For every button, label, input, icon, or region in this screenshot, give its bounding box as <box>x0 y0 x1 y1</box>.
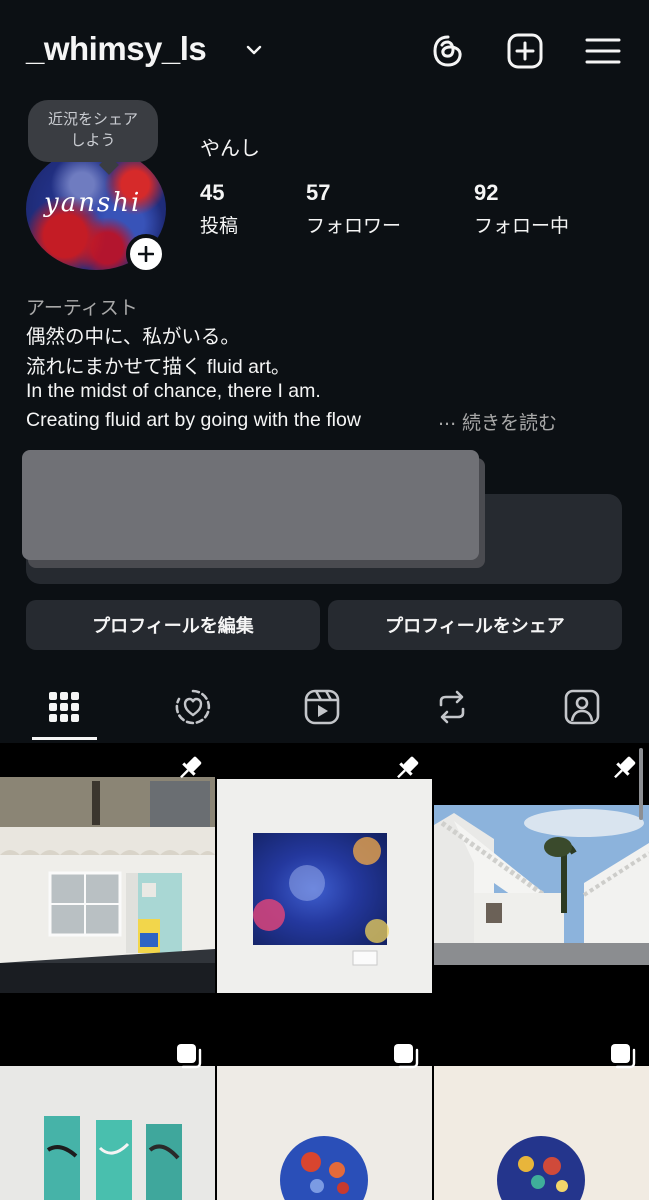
tab-reels[interactable] <box>302 686 342 728</box>
posts-count[interactable]: 45 <box>200 180 224 206</box>
followers-count[interactable]: 57 <box>306 180 330 206</box>
username-title[interactable]: _whimsy_ls <box>26 30 207 68</box>
pin-icon <box>614 756 636 779</box>
followers-label[interactable]: フォロワー <box>306 211 401 238</box>
bio-line-1: 偶然の中に、私がいる。 <box>26 326 240 348</box>
avatar-signature-text: yanshi <box>44 188 142 218</box>
grid-post-canvas-trio[interactable] <box>0 1030 215 1200</box>
edit-profile-button[interactable]: プロフィールを編集 <box>26 600 320 650</box>
threads-icon[interactable] <box>429 32 467 70</box>
chevron-down-icon[interactable] <box>244 40 264 60</box>
tab-reposts[interactable] <box>432 686 472 728</box>
note-bubble[interactable]: 近況をシェア しよう <box>28 100 158 162</box>
create-post-icon[interactable] <box>506 32 544 70</box>
grid-icon <box>49 692 79 722</box>
tab-tagged[interactable] <box>562 686 602 728</box>
note-bubble-line2: しよう <box>70 131 116 149</box>
profile-category: アーティスト <box>26 297 138 319</box>
reposts-icon <box>439 690 465 724</box>
bio-line-2: 流れにまかせて描く fluid art。 <box>26 356 291 378</box>
bio-line-4: Creating fluid art by going with the flo… <box>26 409 361 431</box>
pin-icon <box>180 756 202 779</box>
grid-post-shop-front[interactable] <box>0 743 215 1028</box>
pin-icon <box>397 756 419 779</box>
plus-icon <box>138 246 154 262</box>
tab-liked[interactable] <box>173 686 213 728</box>
scrollbar[interactable] <box>639 748 643 820</box>
following-count[interactable]: 92 <box>474 180 498 206</box>
read-more-link[interactable]: 続きを読む <box>462 408 557 435</box>
white-building-photo <box>434 743 649 1028</box>
display-name: やんし <box>200 136 260 160</box>
framed-artwork-photo <box>217 743 432 1028</box>
add-story-button[interactable] <box>126 234 166 274</box>
posts-label[interactable]: 投稿 <box>200 211 238 238</box>
multiple-images-icon <box>394 1044 419 1069</box>
note-bubble-line1: 近況をシェア <box>47 110 138 128</box>
reels-icon <box>304 689 340 725</box>
grid-post-white-building[interactable] <box>434 743 649 1028</box>
redaction-block <box>22 450 479 560</box>
tab-grid[interactable] <box>44 686 84 728</box>
tagged-icon <box>564 689 600 725</box>
grid-post-framed-artwork[interactable] <box>217 743 432 1028</box>
menu-icon[interactable] <box>584 32 622 70</box>
bio-ellipsis: ... <box>438 408 457 430</box>
multiple-images-icon <box>177 1044 202 1069</box>
liked-icon <box>175 689 211 725</box>
post-grid <box>0 743 649 1200</box>
share-profile-button[interactable]: プロフィールをシェア <box>328 600 622 650</box>
grid-post-round-painting-2[interactable] <box>434 1030 649 1200</box>
bio-line-3: In the midst of chance, there I am. <box>26 380 321 402</box>
multiple-images-icon <box>611 1044 636 1069</box>
active-tab-indicator <box>32 737 97 740</box>
grid-post-round-painting-1[interactable] <box>217 1030 432 1200</box>
shop-front-photo <box>0 743 215 1028</box>
following-label[interactable]: フォロー中 <box>474 211 569 238</box>
